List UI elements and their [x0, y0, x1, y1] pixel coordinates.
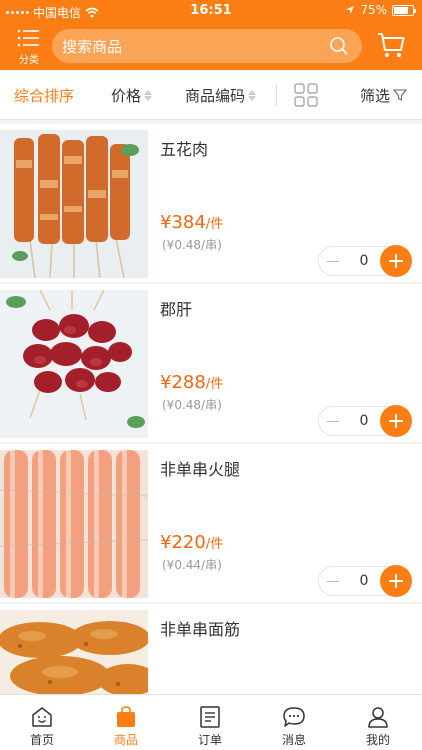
search-input[interactable]: 搜索商品 — [52, 29, 362, 63]
tab-messages[interactable]: 消息 — [252, 695, 336, 750]
sort-price-label: 价格 — [111, 86, 142, 105]
sort-bar: 综合排序 价格 商品编码 筛选 — [0, 70, 422, 120]
location-arrow-icon — [346, 6, 355, 14]
product-image — [0, 290, 148, 438]
product-card[interactable]: 五花肉 ¥384/件 (¥0.48/串) 0 — [0, 124, 422, 282]
tab-bar: 首页 商品 订单 消息 我的 — [0, 694, 422, 750]
product-name: 五花肉 — [160, 140, 209, 159]
tab-home[interactable]: 首页 — [0, 695, 84, 750]
decrease-button[interactable] — [319, 407, 347, 435]
order-icon — [200, 706, 220, 728]
increase-button[interactable] — [380, 405, 412, 437]
quantity-stepper: 0 — [318, 565, 412, 597]
tab-label: 首页 — [29, 733, 54, 747]
sort-code[interactable]: 商品编码 — [185, 70, 257, 120]
cart-icon[interactable] — [376, 30, 406, 60]
product-name: 郡肝 — [160, 300, 193, 319]
sort-arrows-icon — [248, 89, 257, 101]
tab-label: 我的 — [365, 733, 390, 747]
sort-comprehensive[interactable]: 综合排序 — [14, 70, 74, 120]
tab-label: 消息 — [281, 733, 306, 747]
tab-label: 商品 — [113, 733, 138, 747]
status-bar: 中国电信 16:51 75% — [0, 0, 422, 22]
product-image — [0, 450, 148, 598]
product-name: 非单串面筋 — [160, 620, 241, 639]
product-price: ¥220/件 — [160, 532, 223, 553]
grid-view-icon[interactable] — [294, 83, 318, 107]
tab-label: 订单 — [197, 733, 222, 747]
profile-icon — [368, 707, 388, 728]
message-icon — [283, 707, 305, 727]
list-icon — [17, 29, 39, 47]
tab-profile[interactable]: 我的 — [336, 695, 420, 750]
sort-code-label: 商品编码 — [185, 86, 246, 105]
filter-button[interactable]: 筛选 — [360, 70, 408, 120]
tab-orders[interactable]: 订单 — [168, 695, 252, 750]
product-card[interactable]: 非单串面筋 — [0, 604, 422, 695]
sort-comprehensive-label: 综合排序 — [14, 86, 75, 105]
increase-button[interactable] — [380, 565, 412, 597]
quantity-value: 0 — [359, 413, 369, 429]
home-icon — [32, 707, 52, 727]
battery-icon — [392, 4, 416, 16]
price-unit: /件 — [205, 377, 224, 392]
status-right: 75% — [345, 3, 416, 17]
quantity-stepper: 0 — [318, 405, 412, 437]
quantity-value: 0 — [359, 573, 369, 589]
price-value: ¥384 — [160, 212, 206, 233]
battery-fill — [394, 6, 408, 14]
bag-icon — [117, 706, 135, 727]
filter-label: 筛选 — [360, 86, 391, 105]
category-button[interactable]: 分类 — [12, 26, 46, 66]
unit-price: (¥0.44/串) — [162, 558, 222, 572]
sort-arrows-icon — [144, 89, 153, 101]
decrease-button[interactable] — [319, 247, 347, 275]
product-card[interactable]: 郡肝 ¥288/件 (¥0.48/串) 0 — [0, 284, 422, 442]
unit-price: (¥0.48/串) — [162, 238, 222, 252]
product-image — [0, 610, 148, 695]
price-value: ¥220 — [160, 532, 206, 553]
price-unit: /件 — [205, 537, 224, 552]
price-unit: /件 — [205, 217, 224, 232]
product-name: 非单串火腿 — [160, 460, 241, 479]
sort-price[interactable]: 价格 — [111, 70, 153, 120]
search-icon[interactable] — [328, 35, 350, 57]
product-price: ¥384/件 — [160, 212, 223, 233]
divider — [276, 84, 277, 106]
tab-products[interactable]: 商品 — [84, 695, 168, 750]
quantity-value: 0 — [359, 253, 369, 269]
product-image — [0, 130, 148, 278]
battery-percent: 75% — [360, 3, 387, 17]
product-card[interactable]: 非单串火腿 ¥220/件 (¥0.44/串) 0 — [0, 444, 422, 602]
product-list: 五花肉 ¥384/件 (¥0.48/串) 0 郡肝 ¥288/件 (¥0.48/… — [0, 124, 422, 695]
filter-icon — [393, 89, 408, 101]
increase-button[interactable] — [380, 245, 412, 277]
decrease-button[interactable] — [319, 567, 347, 595]
search-placeholder: 搜索商品 — [62, 37, 123, 56]
app-header: 分类 搜索商品 — [0, 22, 422, 70]
product-price: ¥288/件 — [160, 372, 223, 393]
quantity-stepper: 0 — [318, 245, 412, 277]
unit-price: (¥0.48/串) — [162, 398, 222, 412]
price-value: ¥288 — [160, 372, 206, 393]
category-label: 分类 — [19, 55, 39, 66]
